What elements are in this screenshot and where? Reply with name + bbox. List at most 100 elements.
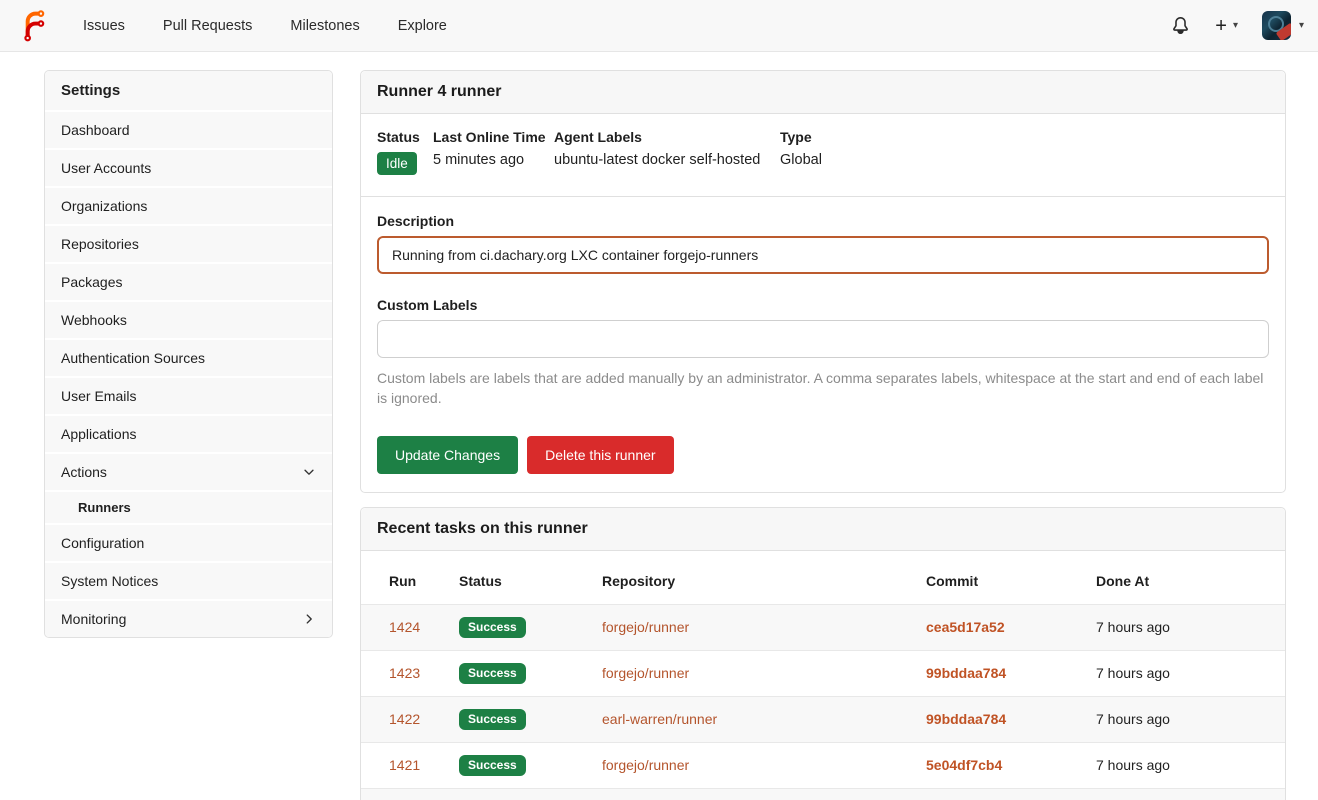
chevron-down-icon (302, 465, 316, 479)
task-row: 1423 Success forgejo/runner 99bddaa784 7 hou… (361, 650, 1285, 696)
sidebar-item-label: Repositories (61, 236, 139, 252)
nav-item-pull-requests[interactable]: Pull Requests (144, 0, 271, 51)
sidebar-item-applications[interactable]: Applications (45, 414, 332, 452)
last-online-value: 5 minutes ago (433, 152, 554, 168)
task-status-badge: Success (459, 617, 526, 638)
sidebar-item-user-emails[interactable]: User Emails (45, 376, 332, 414)
task-commit-link[interactable]: cea5d17a52 (926, 619, 1005, 635)
sidebar-item-label: Webhooks (61, 312, 127, 328)
agent-labels-label: Agent Labels (554, 129, 780, 145)
tasks-table-header-row: Run Status Repository Commit Done At (361, 551, 1285, 605)
forgejo-logo-icon[interactable] (18, 10, 50, 42)
task-repository-link[interactable]: forgejo/runner (602, 619, 689, 635)
type-value: Global (780, 152, 822, 168)
sidebar-item-label: Configuration (61, 535, 144, 551)
task-repository-link[interactable]: forgejo/runner (602, 665, 689, 681)
column-status: Status (449, 551, 592, 605)
task-run-link[interactable]: 1422 (389, 711, 420, 727)
task-done-at: 7 hours ago (1096, 665, 1170, 681)
task-status-badge: Success (459, 709, 526, 730)
recent-tasks-title: Recent tasks on this runner (361, 508, 1285, 551)
task-done-at: 7 hours ago (1096, 619, 1170, 635)
chevron-right-icon (302, 612, 316, 626)
task-row: 1421 Success forgejo/runner 5e04df7cb4 7 hou… (361, 742, 1285, 788)
tasks-table: Run Status Repository Commit Done At 142… (361, 551, 1285, 800)
task-done-at: 7 hours ago (1096, 757, 1170, 773)
runner-edit-form: Description Custom Labels Custom labels … (361, 196, 1285, 492)
sidebar-item-label: Applications (61, 426, 137, 442)
sidebar-item-authentication-sources[interactable]: Authentication Sources (45, 338, 332, 376)
sidebar-item-label: Packages (61, 274, 122, 290)
sidebar-item-label: Settings (61, 82, 120, 99)
notifications-bell-icon[interactable] (1172, 17, 1189, 34)
sidebar-item-runners[interactable]: Runners (45, 490, 332, 523)
custom-labels-input[interactable] (377, 320, 1269, 358)
sidebar-item-label: Organizations (61, 198, 147, 214)
task-done-at: 7 hours ago (1096, 711, 1170, 727)
sidebar-item-system-notices[interactable]: System Notices (45, 561, 332, 599)
task-commit-link[interactable]: 5e04df7cb4 (926, 757, 1002, 773)
description-label: Description (377, 213, 1269, 229)
type-label: Type (780, 129, 822, 145)
create-new-menu[interactable]: + ▾ (1215, 16, 1238, 36)
delete-runner-button[interactable]: Delete this runner (527, 436, 674, 474)
sidebar-item-monitoring[interactable]: Monitoring (45, 599, 332, 637)
navbar-links: Issues Pull Requests Milestones Explore (64, 0, 466, 51)
form-actions: Update Changes Delete this runner (377, 436, 1269, 474)
task-run-link[interactable]: 1423 (389, 665, 420, 681)
column-repository: Repository (592, 551, 916, 605)
sidebar-item-settings: Settings (45, 71, 332, 110)
sidebar-item-repositories[interactable]: Repositories (45, 224, 332, 262)
custom-labels-label: Custom Labels (377, 297, 1269, 313)
description-input[interactable] (377, 236, 1269, 274)
runner-detail-panel: Runner 4 runner Status Idle Last Online … (360, 70, 1286, 493)
task-row: 1422 Success earl-warren/runner 99bddaa784 7… (361, 696, 1285, 742)
task-repository-link[interactable]: earl-warren/runner (602, 711, 717, 727)
sidebar-item-actions[interactable]: Actions (45, 452, 332, 490)
column-commit: Commit (916, 551, 1086, 605)
sidebar-item-label: System Notices (61, 573, 158, 589)
sidebar-item-label: Monitoring (61, 611, 126, 627)
sidebar-item-label: Runners (78, 500, 131, 515)
user-avatar[interactable] (1262, 11, 1291, 40)
nav-item-explore[interactable]: Explore (379, 0, 466, 51)
nav-item-milestones[interactable]: Milestones (271, 0, 378, 51)
column-run: Run (361, 551, 449, 605)
sidebar-item-packages[interactable]: Packages (45, 262, 332, 300)
task-status-badge: Success (459, 755, 526, 776)
tasks-table-body: 1424 Success forgejo/runner cea5d17a52 7 hou… (361, 604, 1285, 800)
task-run-link[interactable]: 1424 (389, 619, 420, 635)
nav-item-issues[interactable]: Issues (64, 0, 144, 51)
task-status-badge: Success (459, 663, 526, 684)
column-done-at: Done At (1086, 551, 1285, 605)
sidebar-item-organizations[interactable]: Organizations (45, 186, 332, 224)
sidebar-item-webhooks[interactable]: Webhooks (45, 300, 332, 338)
update-changes-button[interactable]: Update Changes (377, 436, 518, 474)
main-column: Runner 4 runner Status Idle Last Online … (360, 70, 1286, 800)
task-commit-link[interactable]: 99bddaa784 (926, 711, 1006, 727)
plus-icon: + (1215, 16, 1227, 36)
status-badge: Idle (377, 152, 417, 175)
sidebar-item-label: User Accounts (61, 160, 151, 176)
runner-panel-title: Runner 4 runner (361, 71, 1285, 114)
sidebar-item-user-accounts[interactable]: User Accounts (45, 148, 332, 186)
sidebar-item-label: User Emails (61, 388, 136, 404)
sidebar-item-label: Actions (61, 464, 107, 480)
sidebar-item-configuration[interactable]: Configuration (45, 523, 332, 561)
sidebar-menu: Settings Dashboard User Accounts Organizati… (44, 70, 333, 638)
sidebar-item-label: Dashboard (61, 122, 130, 138)
task-row: 1424 Success forgejo/runner cea5d17a52 7 hou… (361, 604, 1285, 650)
chevron-down-icon: ▾ (1233, 20, 1238, 31)
user-menu-chevron-down-icon[interactable]: ▾ (1299, 20, 1304, 31)
status-label: Status (377, 129, 433, 145)
runner-meta: Status Idle Last Online Time 5 minutes a… (361, 114, 1285, 196)
custom-labels-help-text: Custom labels are labels that are added … (377, 368, 1269, 409)
recent-tasks-panel: Recent tasks on this runner Run Status R… (360, 507, 1286, 800)
task-commit-link[interactable]: 99bddaa784 (926, 665, 1006, 681)
page-content: Settings Dashboard User Accounts Organizati… (0, 52, 1318, 800)
task-run-link[interactable]: 1421 (389, 757, 420, 773)
agent-labels-value: ubuntu-latest docker self-hosted (554, 152, 780, 168)
task-repository-link[interactable]: forgejo/runner (602, 757, 689, 773)
task-row: 1420Successactions/setup-forgejofde640f9… (361, 788, 1285, 800)
sidebar-item-dashboard[interactable]: Dashboard (45, 110, 332, 148)
